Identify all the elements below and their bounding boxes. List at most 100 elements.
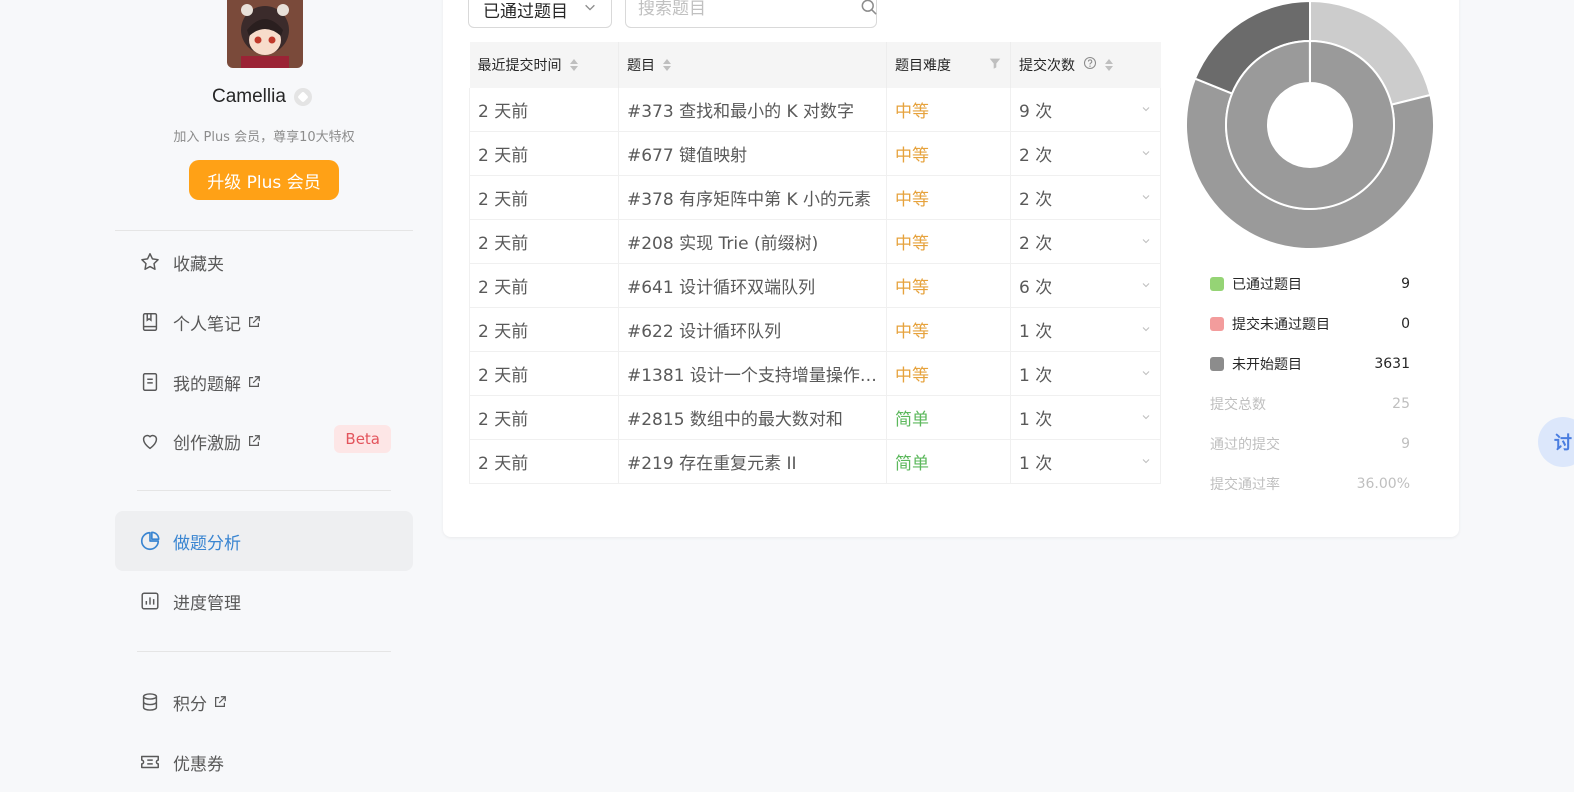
upgrade-plus-button[interactable]: 升级 Plus 会员 [189,160,339,200]
filter-icon[interactable] [988,56,1002,74]
avatar[interactable] [227,0,303,68]
difficulty-label: 中等 [886,88,1011,132]
status-filter-select[interactable]: 已通过题目 [468,0,612,28]
beta-badge: Beta [334,425,391,453]
menu-label: 个人笔记 [173,314,241,335]
problem-title[interactable]: #219 存在重复元素 II [618,439,887,484]
menu-item-coupons[interactable]: 优惠券 [115,732,413,792]
search-input[interactable] [636,0,859,20]
table-row[interactable]: 2 天前 #373 查找和最小的 K 对数字 中等 9 次 [469,88,1161,132]
stat-label: 提交通过率 [1210,477,1280,493]
problem-title[interactable]: #622 设计循环队列 [618,307,887,352]
table-row[interactable]: 2 天前 #378 有序矩阵中第 K 小的元素 中等 2 次 [469,175,1161,220]
submit-count: 1 次 [1019,410,1053,430]
stat-row: 通过的提交 9 [1210,434,1410,454]
menu-item-creator[interactable]: 创作激励 Beta [115,411,413,471]
legend-swatch [1210,357,1224,371]
pie-chart-icon [139,530,161,552]
column-header-problem[interactable]: 题目 [618,42,887,88]
submit-time: 2 天前 [469,88,619,132]
expand-chevron-icon[interactable] [1140,320,1152,340]
difficulty-label: 中等 [886,131,1011,176]
table-row[interactable]: 2 天前 #677 键值映射 中等 2 次 [469,131,1161,176]
submit-time: 2 天前 [469,131,619,176]
expand-chevron-icon[interactable] [1140,100,1152,120]
submit-count: 1 次 [1019,322,1053,342]
problem-title[interactable]: #1381 设计一个支持增量操作的栈 [618,351,887,396]
stat-row: 提交总数 25 [1210,394,1410,414]
sort-icon[interactable] [663,59,671,71]
menu-item-points[interactable]: 积分 [115,672,413,732]
help-icon[interactable] [1083,56,1097,74]
divider [137,651,391,652]
submit-count: 1 次 [1019,454,1053,474]
menu-item-analysis[interactable]: 做题分析 [115,511,413,571]
table-row[interactable]: 2 天前 #208 实现 Trie (前缀树) 中等 2 次 [469,219,1161,264]
difficulty-label: 中等 [886,307,1011,352]
expand-chevron-icon[interactable] [1140,144,1152,164]
status-filter-value: 已通过题目 [483,1,568,22]
sort-icon[interactable] [569,59,578,71]
menu-label: 收藏夹 [173,254,224,275]
search-icon[interactable] [859,0,879,21]
table-row[interactable]: 2 天前 #641 设计循环双端队列 中等 6 次 [469,263,1161,308]
menu-item-solutions[interactable]: 我的题解 [115,352,413,412]
username[interactable]: Camellia [212,86,286,108]
problem-title[interactable]: #641 设计循环双端队列 [618,263,887,308]
expand-chevron-icon[interactable] [1140,188,1152,208]
menu-label: 进度管理 [173,593,241,614]
floating-discuss-button[interactable]: 讨 [1538,417,1574,467]
external-link-icon [247,315,261,329]
table-header-row: 最近提交时间 题目 题目难度 提交次数 [469,42,1161,88]
legend-item: 已通过题目 9 [1210,274,1410,294]
menu-label: 优惠券 [173,754,224,775]
problem-title[interactable]: #373 查找和最小的 K 对数字 [618,88,887,132]
expand-chevron-icon[interactable] [1140,452,1152,472]
submit-count: 1 次 [1019,366,1053,386]
column-header-time[interactable]: 最近提交时间 [469,42,619,88]
problem-title[interactable]: #378 有序矩阵中第 K 小的元素 [618,175,887,220]
legend-swatch [1210,317,1224,331]
submit-time: 2 天前 [469,439,619,484]
menu-label: 我的题解 [173,374,241,395]
submit-time: 2 天前 [469,395,619,440]
star-icon [139,251,161,273]
column-header-difficulty[interactable]: 题目难度 [886,42,1011,88]
sort-icon[interactable] [1105,59,1113,71]
table-row[interactable]: 2 天前 #622 设计循环队列 中等 1 次 [469,307,1161,352]
legend-value: 9 [1401,276,1410,292]
stat-label: 通过的提交 [1210,437,1280,453]
divider [115,230,413,231]
problem-title[interactable]: #208 实现 Trie (前缀树) [618,219,887,264]
problem-title[interactable]: #2815 数组中的最大数对和 [618,395,887,440]
table-row[interactable]: 2 天前 #219 存在重复元素 II 简单 1 次 [469,439,1161,484]
chevron-down-icon [583,0,597,19]
search-box[interactable] [625,0,877,28]
stat-row: 提交通过率 36.00% [1210,474,1410,494]
table-row[interactable]: 2 天前 #2815 数组中的最大数对和 简单 1 次 [469,395,1161,440]
menu-item-progress[interactable]: 进度管理 [115,571,413,631]
level-badge-icon[interactable] [293,88,312,106]
stat-label: 提交总数 [1210,397,1266,413]
coins-icon [139,691,161,713]
stat-value: 36.00% [1356,476,1410,492]
divider [137,490,391,491]
column-header-count[interactable]: 提交次数 [1010,42,1161,88]
ticket-icon [139,751,161,773]
notebook-icon [139,311,161,333]
donut-center [1268,83,1352,167]
submit-time: 2 天前 [469,351,619,396]
problem-title[interactable]: #677 键值映射 [618,131,887,176]
expand-chevron-icon[interactable] [1140,408,1152,428]
expand-chevron-icon[interactable] [1140,232,1152,252]
expand-chevron-icon[interactable] [1140,276,1152,296]
table-row[interactable]: 2 天前 #1381 设计一个支持增量操作的栈 中等 1 次 [469,351,1161,396]
submit-time: 2 天前 [469,175,619,220]
submit-count: 2 次 [1019,190,1053,210]
menu-item-favorites[interactable]: 收藏夹 [115,232,413,292]
menu-item-notes[interactable]: 个人笔记 [115,292,413,352]
submissions-table: 最近提交时间 题目 题目难度 提交次数 2 天前 #373 查找和最小的 K 对… [469,42,1161,484]
submit-time: 2 天前 [469,263,619,308]
expand-chevron-icon[interactable] [1140,364,1152,384]
legend-label: 提交未通过题目 [1232,317,1330,333]
